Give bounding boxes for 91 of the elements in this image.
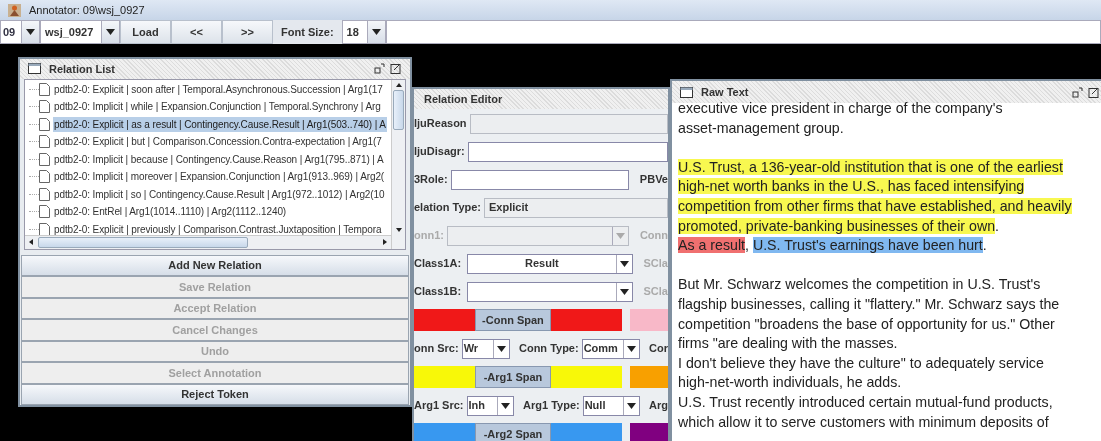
field-label: Class1B: (414, 284, 462, 300)
highlighted-span: high-net worth banks in the U.S., has faced intensifying (678, 178, 1025, 195)
list-item[interactable]: pdtb2-0: Explicit | as a result | Contingency.Cause.Result | Arg1(503..740) | A (53, 116, 387, 132)
field-label: PBVe (639, 172, 668, 188)
combo-box[interactable]: Comm (581, 338, 641, 359)
text-line: But Mr. Schwarz welcomes the competition in U.S. Trust's (678, 276, 1041, 293)
window-icon (28, 63, 41, 75)
text-field[interactable] (450, 169, 629, 190)
horizontal-scrollbar[interactable] (25, 234, 391, 249)
list-item[interactable]: pdtb2-0: EntRel | Arg1(1014..1110) | Arg2(1112..1240) (53, 204, 288, 220)
text-line: I don't believe they have the culture" to adequately service (678, 354, 1044, 371)
toolbar-button[interactable]: >> (222, 20, 273, 44)
font-size-label: Font Size: (273, 20, 342, 44)
panel-title: Relation List (49, 61, 116, 77)
document-icon (39, 187, 50, 201)
field-label: 3Role: (414, 172, 448, 188)
section-combo[interactable]: 09 (0, 20, 40, 44)
dropdown-caret-icon[interactable] (21, 21, 39, 43)
combo-box[interactable]: Wr (461, 338, 510, 359)
document-icon (39, 205, 50, 219)
field-label: onn1: (414, 228, 444, 244)
text-line: executive vice president in charge of the company's (678, 100, 1003, 116)
toolbar-button[interactable]: << (171, 20, 222, 44)
file-combo[interactable]: wsj_0927 (40, 20, 120, 44)
combo-box[interactable]: Null (582, 395, 641, 416)
combo-box[interactable]: Inh (466, 395, 515, 416)
text-line: high-net-worth individuals, he adds. (678, 374, 902, 391)
vertical-scrollbar[interactable] (391, 79, 405, 249)
document-icon (39, 100, 50, 114)
window-controls-icon[interactable] (1072, 86, 1100, 98)
highlighted-span: competition from other firms that have established, and heavily (678, 197, 1072, 214)
list-item[interactable]: pdtb2-0: Explicit | previously | Comparison.Contrast.Juxtaposition | Tempora (53, 221, 383, 235)
scrollbar-thumb[interactable] (38, 236, 248, 248)
toolbar-button[interactable]: Load (120, 20, 171, 44)
field-label: onn Src: (414, 341, 459, 357)
document-icon (39, 170, 50, 184)
text-field[interactable] (385, 20, 1101, 44)
document-icon (39, 222, 50, 235)
text-line: . (982, 237, 987, 254)
text-line: competition "broadens the base of opportunity for us." Other (678, 315, 1055, 332)
dropdown-caret-icon[interactable] (615, 282, 632, 301)
window-controls-icon[interactable] (374, 63, 402, 75)
list-item[interactable]: pdtb2-0: Explicit | soon after | Temporal.Asynchronous.Succession | Arg1(17 (53, 81, 384, 97)
panel-title: Relation Editor (424, 91, 503, 107)
list-item[interactable]: pdtb2-0: Implicit | so | Contingency.Cause.Result | Arg1(972..1012) | Arg2(10 (53, 186, 386, 202)
field-label: ljuDisagr: (414, 144, 465, 160)
span-button[interactable]: -Arg2 Span (474, 423, 552, 441)
field-label: Arg (649, 398, 668, 414)
text-line: , (745, 237, 750, 254)
font-size-combo[interactable]: 18 (341, 20, 386, 44)
text-line: asset-management group. (678, 119, 844, 136)
dropdown-caret-icon[interactable] (492, 339, 509, 358)
span-button[interactable]: -Arg1 Span (474, 366, 552, 388)
panel-title: Raw Text (701, 84, 750, 100)
field-label: Conn Type: (518, 341, 579, 357)
app-icon (8, 3, 21, 17)
field-label: Arg1 Type: (523, 398, 580, 414)
field-label: Conn (639, 228, 668, 244)
document-icon (39, 135, 50, 149)
text-line: U.S. Trust recently introduced certain mutual-fund products, (678, 393, 1053, 410)
field-label: elation Type: (414, 200, 482, 216)
highlighted-span: U.S. Trust's earnings have been hurt (752, 237, 983, 254)
text-line: flagship businesses, calling it "flattery." Mr. Schwarz says the (678, 295, 1060, 312)
document-icon (39, 117, 50, 131)
field-label: SCla (643, 284, 668, 300)
action-button[interactable]: Reject Token (21, 383, 409, 405)
action-button[interactable]: Add New Relation (21, 254, 409, 276)
document-icon (39, 152, 50, 166)
list-item[interactable]: pdtb2-0: Explicit | but | Comparison.Concession.Contra-expectation | Arg1(7 (53, 134, 383, 150)
highlighted-span: U.S. Trust, a 136-year-old institution that is one of the earliest (678, 158, 1063, 175)
dropdown-caret-icon[interactable] (101, 21, 119, 43)
text-line: which allow it to serve customers with minimum deposits of (678, 413, 1049, 430)
field-label: SCla (643, 256, 668, 272)
combo-box[interactable]: Result (467, 253, 633, 274)
text-line: . (995, 217, 999, 234)
text-field[interactable] (467, 141, 668, 162)
field-label: Cor (649, 341, 668, 357)
field-label: Arg1 Src: (414, 398, 464, 414)
list-item[interactable]: pdtb2-0: Implicit | because | Contingency.Cause.Reason | Arg1(795..871) | A (53, 151, 385, 167)
list-item[interactable]: pdtb2-0: Implicit | moreover | Expansion.Conjunction | Arg1(913..969) | Arg2( (53, 169, 386, 185)
field-label: ljuReason (414, 116, 467, 132)
dropdown-caret-icon[interactable] (615, 254, 632, 273)
window-title: Annotator: 09\wsj_0927 (29, 2, 145, 18)
field-label: Class1A: (414, 256, 462, 272)
dropdown-caret-icon[interactable] (366, 21, 385, 43)
list-item[interactable]: pdtb2-0: Implicit | while | Expansion.Conjunction | Temporal.Synchrony | Arg (53, 99, 382, 115)
span-button[interactable]: -Conn Span (474, 309, 552, 331)
text-line: firms "are dealing with the masses. (678, 335, 898, 352)
document-icon (39, 82, 50, 96)
window-icon (680, 86, 693, 98)
scrollbar-thumb[interactable] (393, 89, 404, 130)
